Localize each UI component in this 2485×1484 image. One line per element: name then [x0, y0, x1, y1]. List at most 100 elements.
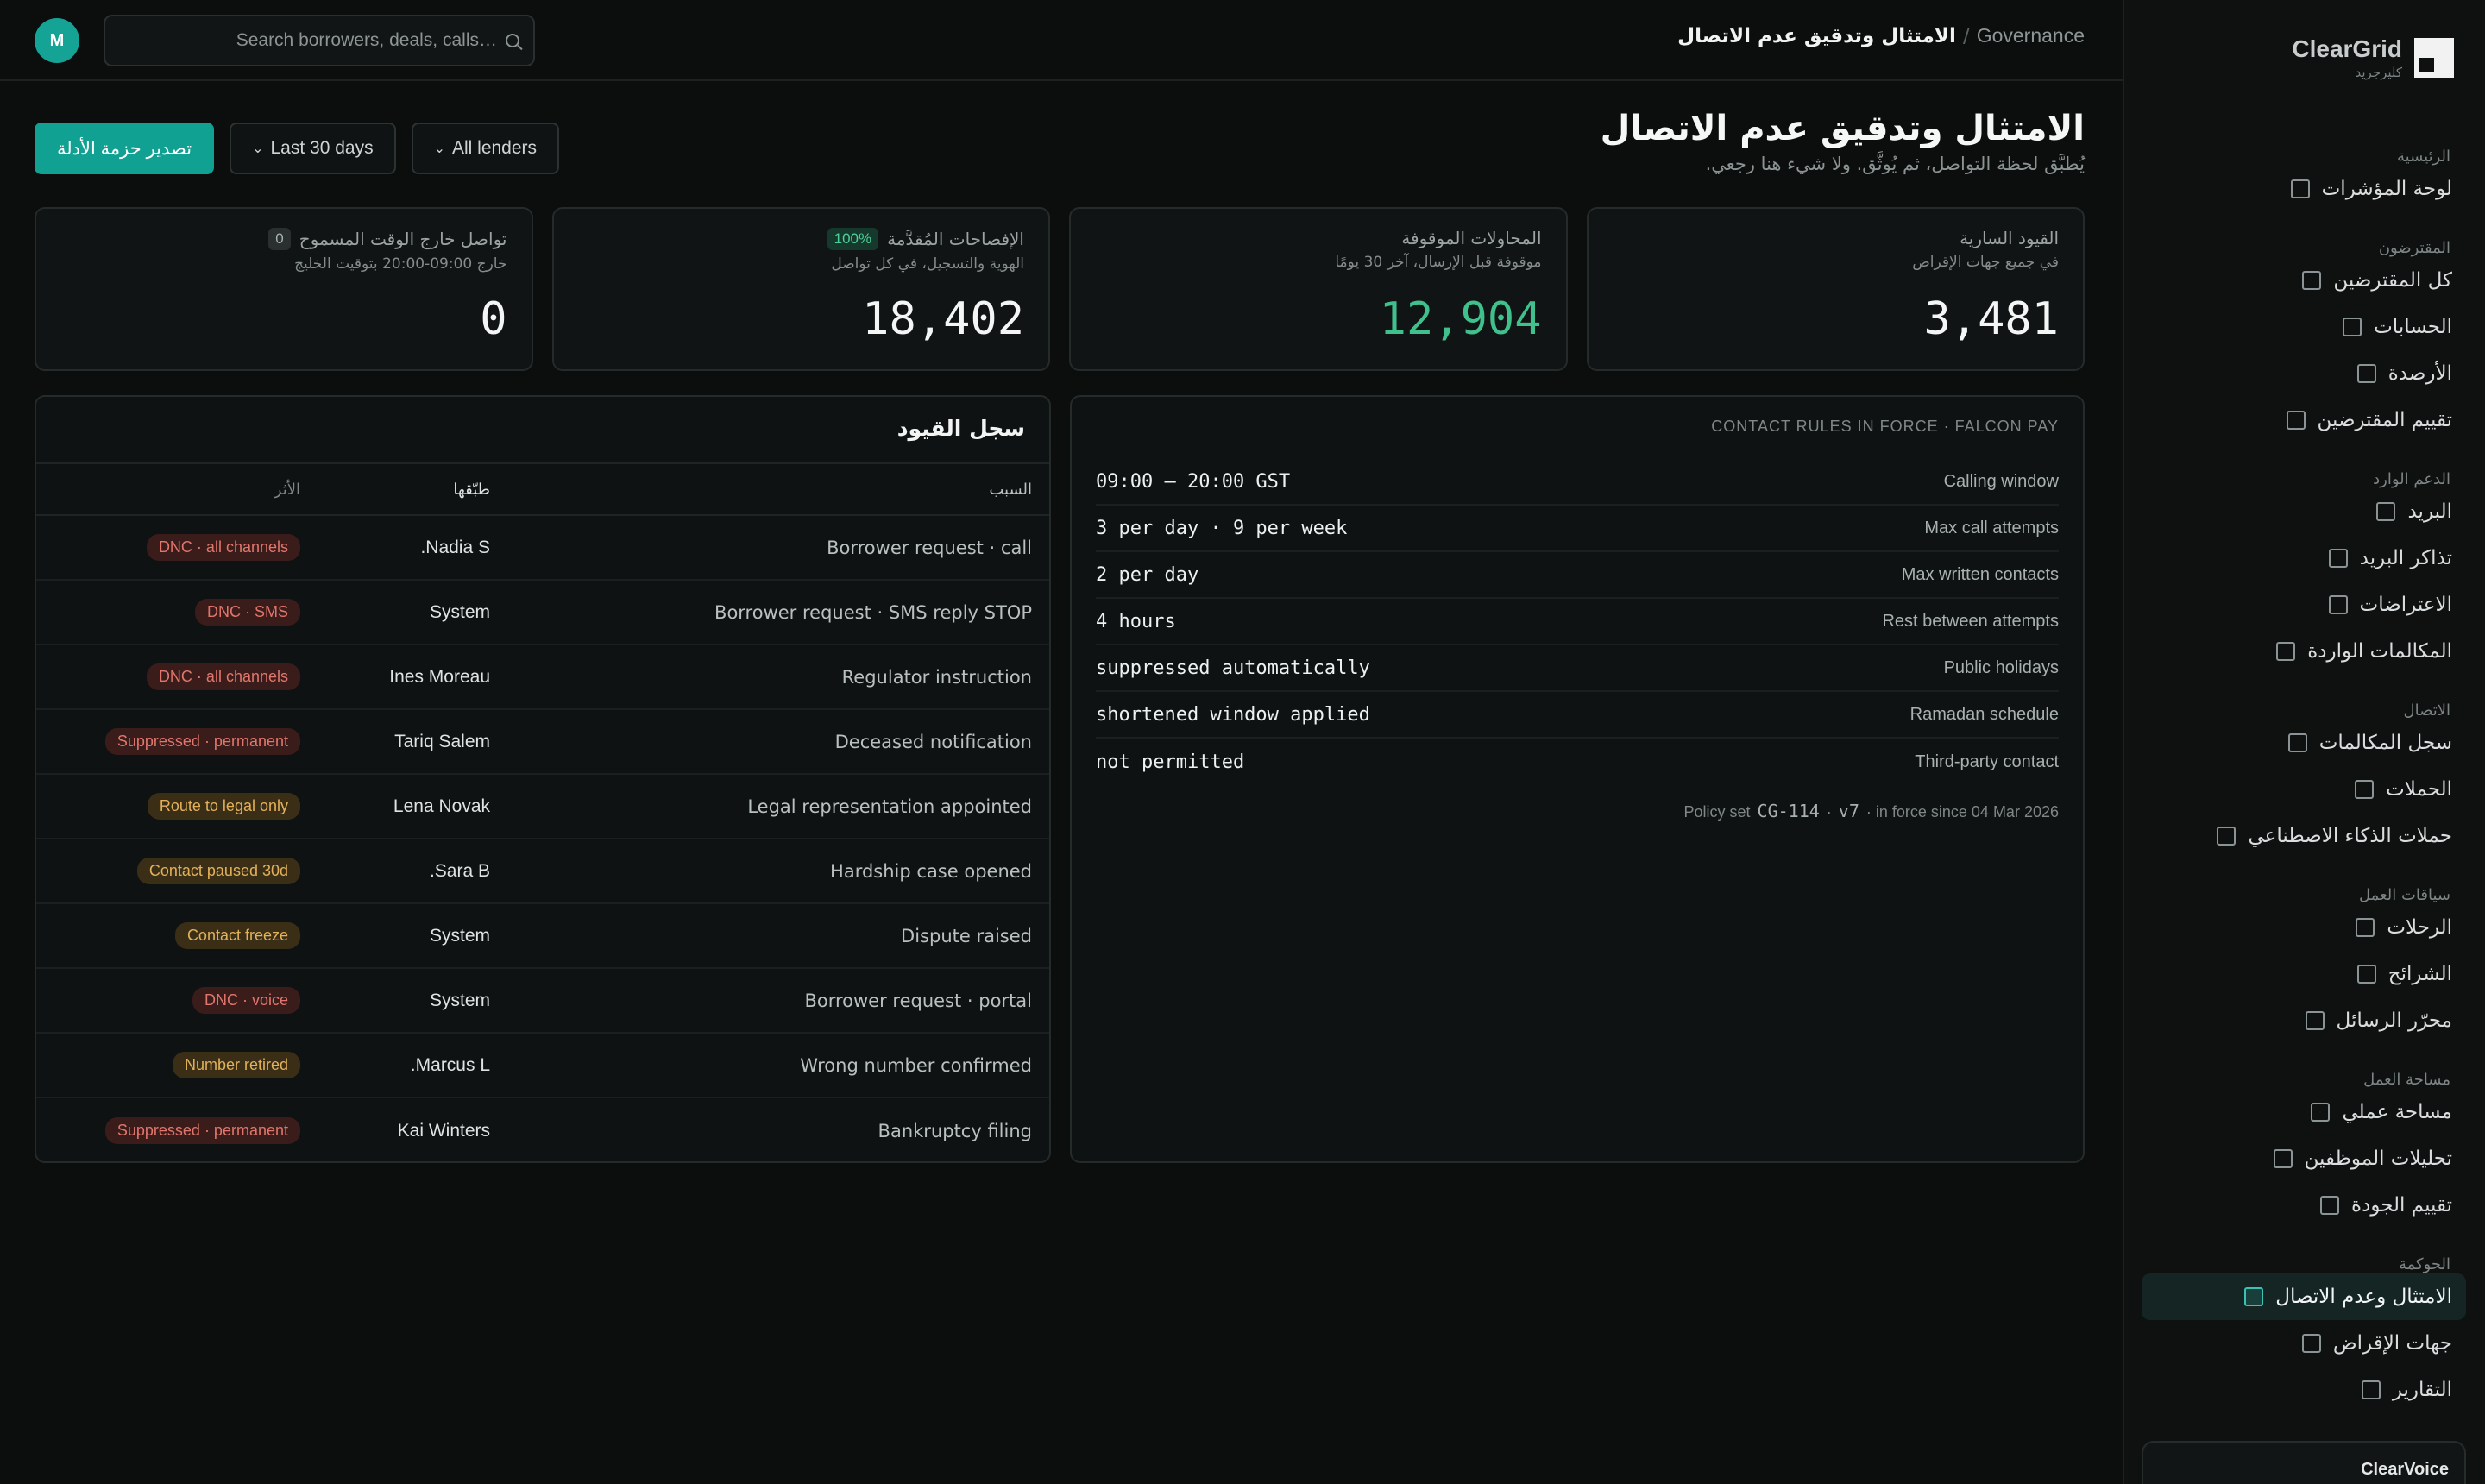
kpi-disclosures: الإفصاحات المُقدَّمة 100% الهوية والتسجي…	[551, 207, 1050, 371]
table-row[interactable]: Regulator instruction Ines Moreau DNC · al…	[36, 645, 1049, 710]
table-row[interactable]: Bankruptcy filing Kai Winters Suppressed ·…	[36, 1098, 1049, 1163]
table-row[interactable]: Deceased notification Tariq Salem Suppress…	[36, 710, 1049, 775]
search-placeholder: Search borrowers, deals, calls…	[236, 30, 497, 50]
sidebar-item-label: الاعتراضات	[2359, 594, 2452, 616]
sidebar-item[interactable]: تقييم الجودة	[2123, 1182, 2485, 1229]
sidebar-item[interactable]: الرحلات	[2123, 904, 2485, 951]
sidebar-item[interactable]: الشرائح	[2123, 951, 2485, 997]
export-evidence-button[interactable]: تصدير حزمة الأدلة	[35, 123, 215, 174]
table-row[interactable]: Borrower request · portal System DNC · voi…	[36, 969, 1049, 1034]
sidebar-item[interactable]: الحسابات	[2123, 304, 2485, 350]
kpi-value: 12,904	[1379, 293, 1542, 345]
cell-reason: Bankruptcy filing	[878, 1120, 1032, 1141]
restrictions-log-panel: سجل القيود السبب طبّقها الأثر Borrower r…	[35, 395, 1051, 1163]
kpi-title: تواصل خارج الوقت المسموح	[299, 229, 507, 249]
table-row[interactable]: Hardship case opened Sara B. Contact pause…	[36, 839, 1049, 904]
sidebar-item[interactable]: محرّر الرسائل	[2123, 997, 2485, 1044]
table-row[interactable]: Borrower request · call Nadia S. DNC · all…	[36, 516, 1049, 581]
nav-item-icon	[2376, 502, 2396, 521]
toolbar-actions: تصدير حزمة الأدلة ⌄ Last 30 days ⌄ All l…	[35, 123, 560, 174]
nav-item-icon	[2311, 1103, 2331, 1122]
breadcrumb-parent[interactable]: Governance	[1977, 24, 2085, 47]
rule-label: Ramadan schedule	[1909, 704, 2059, 724]
breadcrumb-separator: /	[1962, 24, 1970, 47]
table-header: السبب طبّقها الأثر	[36, 462, 1049, 516]
contact-rules-panel: CONTACT RULES IN FORCE · FALCON PAY Call…	[1070, 395, 2085, 1163]
sidebar-item-label: مساحة عملي	[2342, 1101, 2452, 1123]
policy-since: · in force since 04 Mar 2026	[1865, 803, 2059, 821]
lender-filter-select[interactable]: ⌄ All lenders	[411, 123, 560, 174]
sidebar-item-label: الحسابات	[2374, 316, 2452, 338]
sidebar-item-label: سجل المكالمات	[2318, 732, 2452, 754]
kpi-subtitle: الهوية والتسجيل، في كل تواصل	[831, 255, 1024, 273]
column-effect[interactable]: الأثر	[36, 481, 300, 499]
sidebar-item[interactable]: الأرصدة	[2123, 350, 2485, 397]
avatar[interactable]: M	[35, 18, 79, 63]
sidebar-item[interactable]: المكالمات الواردة	[2123, 628, 2485, 675]
sidebar-item[interactable]: الاعتراضات	[2123, 582, 2485, 628]
cell-reason: Borrower request · portal	[804, 990, 1032, 1011]
cell-reason: Regulator instruction	[841, 666, 1032, 688]
effect-badge: Suppressed · permanent	[104, 1117, 300, 1144]
sidebar-item[interactable]: سجل المكالمات	[2123, 720, 2485, 766]
sidebar-item[interactable]: الامتثال وعدم الاتصال	[2142, 1273, 2466, 1320]
search-input[interactable]: Search borrowers, deals, calls…	[104, 15, 535, 66]
nav-item-icon	[2361, 1380, 2381, 1399]
search-icon	[506, 34, 519, 47]
sidebar-item[interactable]: مساحة عملي	[2123, 1089, 2485, 1135]
nav-item-icon	[2356, 965, 2376, 984]
brand[interactable]: ClearGrid كليرجريد	[2292, 35, 2454, 80]
kpi-subtitle: خارج 09:00-20:00 بتوقيت الخليج	[294, 255, 507, 273]
cell-applied-by: Nadia S.	[420, 537, 490, 557]
sidebar-item-label: تذاكر البريد	[2359, 547, 2452, 569]
effect-badge: Contact paused 30d	[136, 858, 300, 884]
rule-label: Calling window	[1943, 471, 2059, 491]
effect-badge: Number retired	[172, 1052, 300, 1078]
date-range-select[interactable]: ⌄ Last 30 days	[230, 123, 396, 174]
sidebar-item[interactable]: تحليلات الموظفين	[2123, 1135, 2485, 1182]
effect-badge: Suppressed · permanent	[104, 728, 300, 755]
rule-label: Public holidays	[1943, 657, 2059, 677]
kpi-subtitle: في جميع جهات الإقراض	[1912, 254, 2059, 271]
sidebar-item-label: محرّر الرسائل	[2336, 1009, 2452, 1032]
chevron-down-icon: ⌄	[252, 141, 264, 156]
kpi-subtitle: موقوفة قبل الإرسال، آخر 30 يومًا	[1335, 254, 1542, 271]
cell-applied-by: Ines Moreau	[389, 666, 490, 687]
nav-item-icon	[2217, 827, 2236, 846]
sidebar-item[interactable]: الحملات	[2123, 766, 2485, 813]
nav-item-icon	[2328, 595, 2348, 614]
sidebar-item[interactable]: تذاكر البريد	[2123, 535, 2485, 582]
column-applied-by[interactable]: طبّقها	[300, 481, 490, 499]
sidebar-group-title: المقترضون	[2378, 239, 2450, 257]
sidebar-item[interactable]: البريد	[2123, 488, 2485, 535]
sidebar-group-title: مساحة العمل	[2363, 1071, 2450, 1089]
rule-value: 09:00 – 20:00 GST	[1096, 470, 1291, 493]
table-row[interactable]: Borrower request · SMS reply STOP System D…	[36, 581, 1049, 645]
sidebar-item-label: التقارير	[2392, 1379, 2452, 1401]
restrictions-table: السبب طبّقها الأثر Borrower request · ca…	[36, 462, 1049, 1163]
table-row[interactable]: Wrong number confirmed Marcus L. Number re…	[36, 1034, 1049, 1098]
column-reason[interactable]: السبب	[490, 481, 1049, 499]
sidebar-item[interactable]: جهات الإقراض	[2123, 1320, 2485, 1367]
sidebar-item[interactable]: حملات الذكاء الاصطناعي	[2123, 813, 2485, 859]
effect-badge: DNC · SMS	[195, 599, 300, 626]
page-subtitle: يُطبَّق لحظة التواصل، ثم يُوثَّق. ولا شي…	[1705, 154, 2085, 174]
sidebar-item[interactable]: كل المقترضين	[2123, 257, 2485, 304]
page-title: الامتثال وتدقيق عدم الاتصال	[1600, 109, 2085, 148]
sidebar-item[interactable]: لوحة المؤشرات	[2123, 166, 2485, 212]
rule-row: Public holidays suppressed automatically	[1096, 645, 2059, 692]
kpi-value: 0	[480, 293, 507, 345]
cell-reason: Deceased notification	[834, 731, 1032, 752]
policy-id[interactable]: CG-114	[1758, 801, 1820, 821]
sidebar-nav: الرئيسية لوحة المؤشرات المقترضون كل المقترض…	[2123, 121, 2485, 1413]
sidebar-item[interactable]: التقارير	[2123, 1367, 2485, 1413]
sidebar-item-label: الأرصدة	[2387, 362, 2452, 385]
sidebar-item[interactable]: تقييم المقترضين	[2123, 397, 2485, 443]
sidebar-footer-product[interactable]: ClearVoice	[2142, 1441, 2466, 1484]
table-row[interactable]: Dispute raised System Contact freeze	[36, 904, 1049, 969]
kpi-out-of-hours: تواصل خارج الوقت المسموح 0 خارج 09:00-20…	[35, 207, 533, 371]
policy-dot: ·	[1826, 803, 1832, 821]
sidebar-item-label: الحملات	[2386, 778, 2452, 801]
table-row[interactable]: Legal representation appointed Lena Novak…	[36, 775, 1049, 839]
nav-item-icon	[2286, 411, 2306, 430]
